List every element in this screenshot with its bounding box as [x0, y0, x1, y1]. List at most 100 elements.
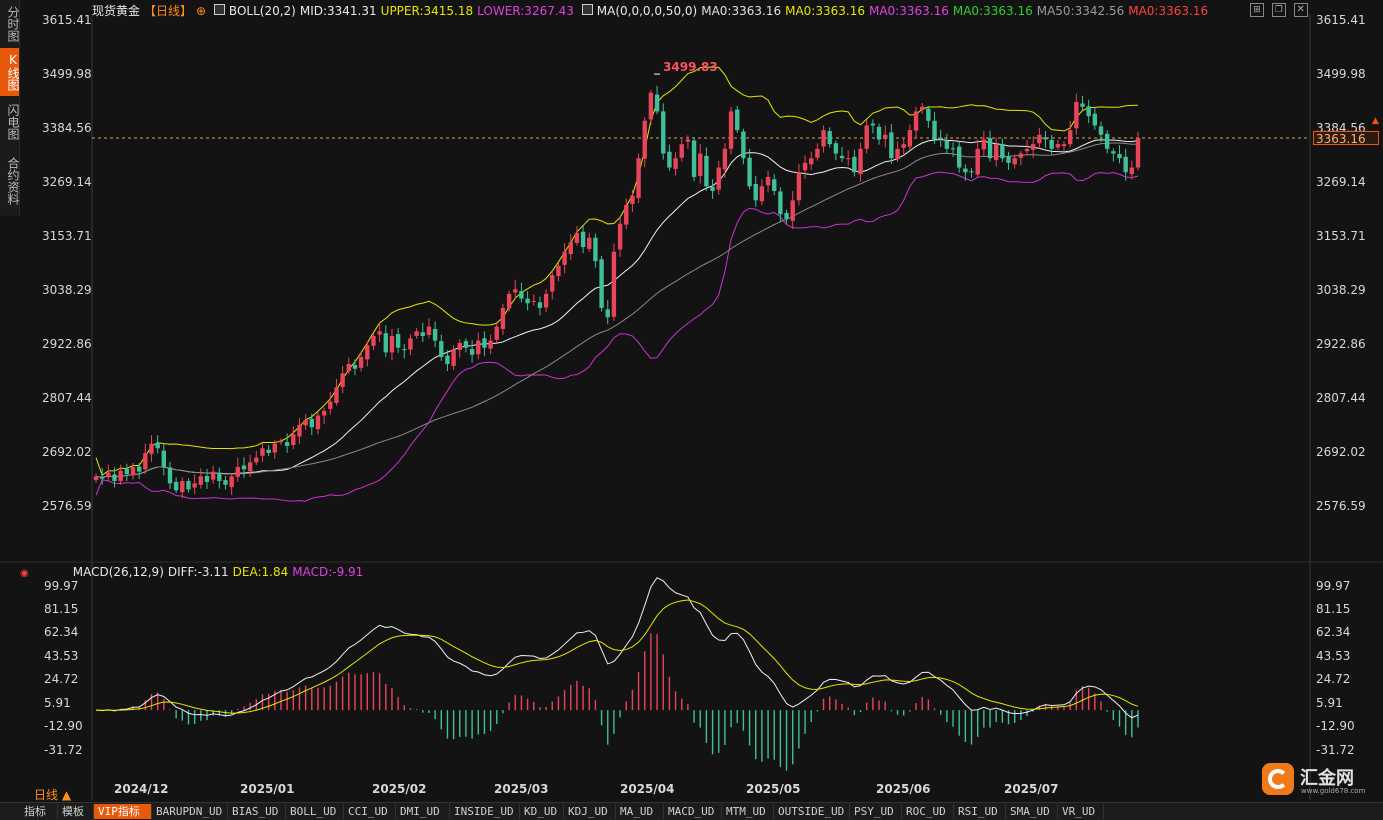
candle [858, 142, 863, 182]
indicator-tab-16[interactable]: ROC_UD [902, 804, 954, 819]
indicator-tab-7[interactable]: DMI_UD [396, 804, 450, 819]
indicator-tab-18[interactable]: SMA_UD [1006, 804, 1058, 819]
candle [802, 155, 808, 179]
candle [488, 334, 493, 355]
date-tick: 2024/12 [114, 782, 169, 796]
indicator-tab-14[interactable]: OUTSIDE_UD [774, 804, 850, 819]
candle [790, 190, 795, 229]
candle [876, 123, 882, 145]
left-price-tick: 3499.98 [42, 67, 92, 81]
candle [901, 137, 906, 154]
candle [1055, 139, 1061, 151]
indicator-tab-15[interactable]: PSY_UD [850, 804, 902, 819]
date-tick: 2025/06 [876, 782, 931, 796]
candle [1024, 139, 1030, 156]
candle [975, 139, 980, 178]
candle [580, 225, 586, 254]
indicator-tab-9[interactable]: KD_UD [520, 804, 564, 819]
candle [765, 170, 771, 193]
price-chart[interactable] [0, 0, 1383, 802]
candle [556, 263, 561, 282]
candle [525, 291, 530, 311]
candle [235, 457, 241, 482]
candle [1006, 151, 1011, 170]
left-price-tick: 2807.44 [42, 390, 92, 405]
candle [1104, 130, 1110, 154]
candle [661, 103, 666, 160]
indicator-tab-8[interactable]: INSIDE_UD [450, 804, 520, 819]
macd-left-tick: 81.15 [44, 601, 79, 616]
date-tick: 2025/05 [746, 782, 801, 796]
right-price-tick: 3615.41 [1316, 13, 1366, 27]
candle [969, 168, 974, 178]
candle [402, 343, 407, 359]
candle [605, 299, 610, 325]
candle [494, 321, 499, 343]
candle [143, 443, 148, 474]
candle [852, 149, 857, 177]
candle [778, 187, 783, 222]
macd-settings-icon[interactable]: ◉ [20, 568, 29, 579]
indicator-tab-2[interactable]: VIP指标 [94, 804, 152, 819]
candle [667, 144, 672, 171]
candle [1012, 154, 1017, 169]
indicator-tab-11[interactable]: MA_UD [616, 804, 664, 819]
candle [93, 473, 99, 483]
indicator-tab-6[interactable]: CCI_UD [344, 804, 396, 819]
current-price-marker: 3363.16 [1313, 131, 1379, 146]
logo-c-icon [1268, 769, 1288, 789]
candle [519, 282, 524, 303]
indicator-tab-17[interactable]: RSI_UD [954, 804, 1006, 819]
candle [1111, 148, 1116, 162]
candle [599, 255, 604, 312]
candle [1086, 99, 1091, 124]
candle [587, 232, 592, 253]
candle [704, 147, 709, 191]
dea-line [95, 599, 1139, 714]
macd-left-tick: 24.72 [44, 672, 79, 687]
indicator-tab-0[interactable]: 指标 [20, 804, 58, 819]
candle [432, 321, 438, 348]
candle [167, 461, 173, 489]
candle [1043, 131, 1048, 148]
right-price-tick: 2807.44 [1316, 390, 1366, 405]
candle [1080, 95, 1085, 111]
candle [716, 161, 721, 195]
candle [772, 174, 777, 196]
candle [784, 209, 789, 224]
indicator-tab-12[interactable]: MACD_UD [664, 804, 722, 819]
indicator-tab-13[interactable]: MTM_UD [722, 804, 774, 819]
candle [414, 328, 419, 339]
indicator-tab-1[interactable]: 模板 [58, 804, 94, 819]
candle [889, 124, 894, 164]
candle [383, 325, 388, 358]
candle [229, 473, 234, 496]
right-price-tick: 2692.02 [1316, 444, 1366, 459]
candle [118, 464, 123, 485]
candle [408, 334, 413, 356]
indicator-tab-3[interactable]: BARUPDN_UD [152, 804, 228, 819]
indicator-tab-19[interactable]: VR_UD [1058, 804, 1104, 819]
candle [192, 474, 197, 495]
candle [476, 332, 481, 360]
candle [759, 179, 765, 205]
candle [920, 102, 925, 114]
candle [1018, 150, 1024, 166]
macd-dea: DEA:1.84 [232, 565, 289, 579]
candle [340, 365, 345, 394]
candle [796, 163, 802, 206]
candle [741, 128, 746, 165]
candle [297, 417, 302, 445]
period-button[interactable]: 日线 ▲ [34, 786, 71, 803]
candle [679, 139, 684, 162]
indicator-tab-5[interactable]: BOLL_UD [286, 804, 344, 819]
candle [106, 464, 111, 481]
candle [309, 413, 314, 436]
diff-line [95, 576, 1139, 719]
indicator-tab-10[interactable]: KDJ_UD [564, 804, 616, 819]
candle [149, 435, 154, 462]
indicator-tab-4[interactable]: BIAS_UD [228, 804, 286, 819]
candle [124, 463, 130, 482]
left-price-tick: 2692.02 [42, 444, 92, 459]
candle [698, 144, 703, 184]
